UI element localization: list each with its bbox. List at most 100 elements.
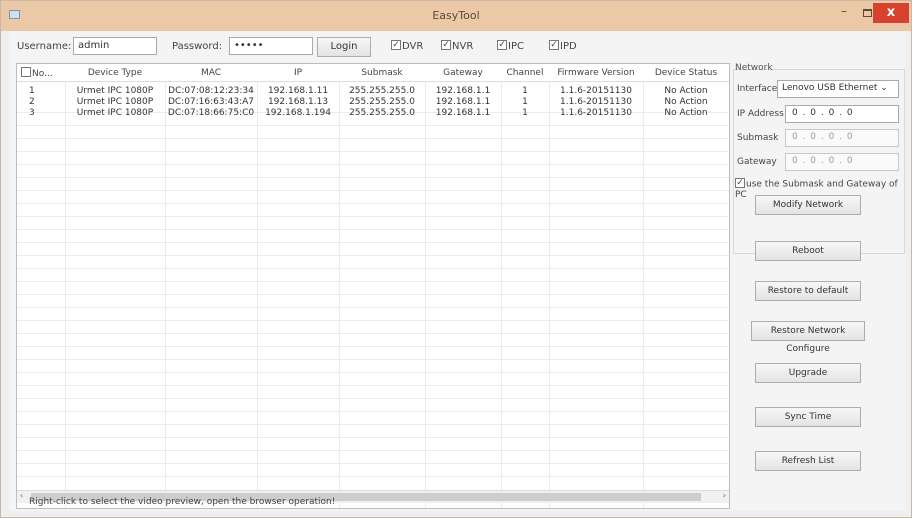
select-all-checkbox[interactable]	[21, 67, 31, 77]
checkbox-check-icon: ✓	[549, 40, 559, 50]
submask-label: Submask	[737, 133, 779, 143]
row-divider	[17, 372, 729, 373]
filter-dvr-checkbox[interactable]: ✓ DVR	[391, 40, 424, 52]
table-header: No... Device Type MAC IP Submask Gateway…	[17, 64, 729, 82]
cell-device-type: Urmet IPC 1080P	[76, 97, 154, 107]
cell-device-status: No Action	[664, 97, 708, 107]
sync-time-button[interactable]: Sync Time	[755, 407, 861, 427]
cell-device-type: Urmet IPC 1080P	[76, 86, 154, 96]
row-divider	[17, 255, 729, 256]
col-firmware[interactable]: Firmware Version	[549, 68, 643, 78]
row-divider	[17, 125, 729, 126]
chevron-down-icon: ⌄	[880, 83, 888, 93]
cell-submask: 255.255.255.0	[349, 86, 415, 96]
select-all-header[interactable]: No...	[21, 67, 65, 79]
column-divider	[339, 64, 340, 508]
interface-select[interactable]: Lenovo USB Ethernet ⌄	[777, 80, 899, 98]
username-label: Username:	[17, 41, 72, 52]
col-device-status[interactable]: Device Status	[643, 68, 729, 78]
column-divider	[425, 64, 426, 508]
col-device-type[interactable]: Device Type	[65, 68, 165, 78]
login-button[interactable]: Login	[317, 37, 371, 57]
column-divider	[65, 64, 66, 508]
gateway-label: Gateway	[737, 157, 777, 167]
scroll-right-icon[interactable]: ›	[723, 491, 726, 500]
main-content: Username: admin Password: ••••• Login ✓ D…	[9, 31, 905, 511]
gateway-field[interactable]: 0 . 0 . 0 . 0	[785, 153, 899, 171]
row-divider	[17, 320, 729, 321]
cell-ip: 192.168.1.13	[267, 97, 329, 107]
cell-firmware: 1.1.6-20151130	[560, 108, 632, 118]
reboot-button[interactable]: Reboot	[755, 241, 861, 261]
checkbox-check-icon: ✓	[735, 178, 745, 188]
cell-gateway: 192.168.1.1	[435, 86, 491, 96]
upgrade-button[interactable]: Upgrade	[755, 363, 861, 383]
username-input[interactable]: admin	[73, 37, 157, 55]
network-group-label: Network	[735, 63, 773, 73]
column-divider	[549, 64, 550, 508]
minimize-button[interactable]: –	[833, 5, 855, 23]
row-divider	[17, 437, 729, 438]
col-submask[interactable]: Submask	[339, 68, 425, 78]
col-ip[interactable]: IP	[257, 68, 339, 78]
column-divider	[165, 64, 166, 508]
row-divider	[17, 242, 729, 243]
cell-mac: DC:07:18:66:75:C0	[167, 108, 255, 118]
col-gateway[interactable]: Gateway	[425, 68, 501, 78]
cell-submask: 255.255.255.0	[349, 108, 415, 118]
cell-firmware: 1.1.6-20151130	[560, 86, 632, 96]
maximize-icon	[863, 9, 872, 17]
cell-device-status: No Action	[664, 86, 708, 96]
interface-value: Lenovo USB Ethernet	[782, 83, 878, 93]
row-divider	[17, 216, 729, 217]
row-divider	[17, 164, 729, 165]
close-button[interactable]: x	[873, 3, 909, 23]
filter-ipc-checkbox[interactable]: ✓ IPC	[497, 40, 524, 52]
device-table: No... Device Type MAC IP Submask Gateway…	[16, 63, 730, 509]
modify-network-button[interactable]: Modify Network	[755, 195, 861, 215]
row-divider	[17, 190, 729, 191]
password-input[interactable]: •••••	[229, 37, 313, 55]
restore-default-button[interactable]: Restore to default	[755, 281, 861, 301]
row-divider	[17, 307, 729, 308]
column-divider	[257, 64, 258, 508]
row-divider	[17, 203, 729, 204]
submask-field[interactable]: 0 . 0 . 0 . 0	[785, 129, 899, 147]
status-text: Right-click to select the video preview,…	[29, 497, 336, 507]
window-title: EasyTool	[432, 9, 480, 22]
filter-nvr-checkbox[interactable]: ✓ NVR	[441, 40, 473, 52]
ip-address-field[interactable]: 0 . 0 . 0 . 0	[785, 105, 899, 123]
col-no: No...	[32, 69, 53, 79]
refresh-list-button[interactable]: Refresh List	[755, 451, 861, 471]
restore-network-button[interactable]: Restore Network Configure	[751, 321, 865, 354]
row-divider	[17, 385, 729, 386]
row-divider	[17, 268, 729, 269]
cell-device-status: No Action	[664, 108, 708, 118]
cell-submask: 255.255.255.0	[349, 97, 415, 107]
row-divider	[17, 346, 729, 347]
row-divider	[17, 424, 729, 425]
cell-firmware: 1.1.6-20151130	[560, 97, 632, 107]
cell-gateway: 192.168.1.1	[435, 97, 491, 107]
cell-channel: 1	[522, 108, 528, 118]
row-divider	[17, 398, 729, 399]
row-divider	[17, 450, 729, 451]
cell-no: 3	[29, 108, 35, 118]
row-divider	[17, 359, 729, 360]
col-mac[interactable]: MAC	[165, 68, 257, 78]
column-divider	[501, 64, 502, 508]
cell-channel: 1	[522, 86, 528, 96]
col-channel[interactable]: Channel	[501, 68, 549, 78]
title-bar: EasyTool – x	[1, 1, 911, 31]
checkbox-check-icon: ✓	[497, 40, 507, 50]
cell-device-type: Urmet IPC 1080P	[76, 108, 154, 118]
row-divider	[17, 138, 729, 139]
checkbox-check-icon: ✓	[441, 40, 451, 50]
filter-ipd-label: IPD	[560, 41, 577, 52]
filter-ipd-checkbox[interactable]: ✓ IPD	[549, 40, 577, 52]
row-divider	[17, 463, 729, 464]
filter-dvr-label: DVR	[402, 41, 424, 52]
scroll-left-icon[interactable]: ‹	[20, 491, 23, 500]
cell-ip: 192.168.1.194	[265, 108, 331, 118]
cell-mac: DC:07:16:63:43:A7	[167, 97, 255, 107]
